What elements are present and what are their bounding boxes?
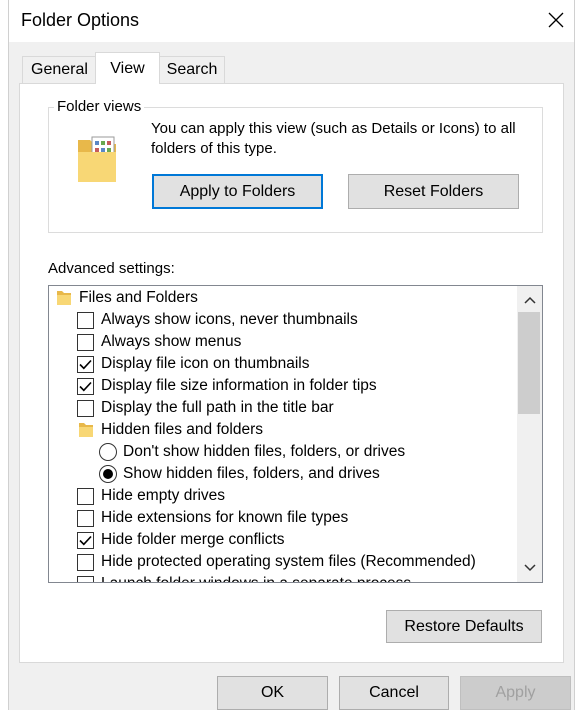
apply-button[interactable]: Apply: [460, 676, 571, 710]
chevron-down-icon: [523, 564, 536, 572]
checkbox-unchecked[interactable]: [77, 333, 94, 351]
apply-label: Apply: [495, 684, 536, 701]
radio-dot: [103, 469, 113, 479]
vertical-scrollbar[interactable]: [517, 286, 542, 582]
scroll-thumb[interactable]: [518, 312, 540, 414]
tree-item-label: Display file size information in folder …: [101, 377, 377, 394]
tree-radio-option[interactable]: Don't show hidden files, folders, or dri…: [99, 441, 405, 463]
tree-checkbox-option[interactable]: Always show menus: [77, 331, 241, 353]
folder-views-description: You can apply this view (such as Details…: [151, 120, 516, 157]
tree-item-label: Files and Folders: [79, 289, 198, 306]
checkbox-checked[interactable]: [77, 377, 94, 395]
tree-item-label: Display the full path in the title bar: [101, 399, 334, 416]
tree-item-label: Display file icon on thumbnails: [101, 355, 310, 372]
radio-selected[interactable]: [99, 465, 117, 483]
ok-button[interactable]: OK: [217, 676, 328, 710]
checkbox-unchecked[interactable]: [77, 399, 94, 417]
cancel-label: Cancel: [369, 684, 419, 701]
tree-item-label: Hide folder merge conflicts: [101, 531, 285, 548]
tree-checkbox-option[interactable]: Hide empty drives: [77, 485, 225, 507]
radio-unselected[interactable]: [99, 443, 117, 461]
tree-checkbox-option[interactable]: Always show icons, never thumbnails: [77, 309, 358, 331]
tree-checkbox-option[interactable]: Launch folder windows in a separate proc…: [77, 573, 411, 582]
checkbox-checked[interactable]: [77, 531, 94, 549]
tree-checkbox-option[interactable]: Display the full path in the title bar: [77, 397, 334, 419]
window-border-right: [574, 0, 575, 710]
tree-checkbox-option[interactable]: Hide folder merge conflicts: [77, 529, 285, 551]
tab-view[interactable]: View: [95, 52, 160, 84]
advanced-settings-tree[interactable]: Files and Folders Always show icons, neve…: [48, 285, 543, 583]
tab-general-label: General: [31, 61, 88, 78]
apply-to-folders-button[interactable]: Apply to Folders: [152, 174, 323, 209]
checkbox-unchecked[interactable]: [77, 575, 94, 582]
folder-icon: [57, 290, 71, 306]
checkbox-checked[interactable]: [77, 355, 94, 373]
chevron-up-icon: [523, 296, 536, 304]
tab-search[interactable]: Search: [159, 56, 225, 83]
tab-view-label: View: [110, 59, 145, 77]
checkbox-unchecked[interactable]: [77, 509, 94, 527]
cancel-button[interactable]: Cancel: [339, 676, 449, 710]
restore-defaults-button[interactable]: Restore Defaults: [386, 610, 542, 643]
tree-radio-option[interactable]: Show hidden files, folders, and drives: [99, 463, 380, 485]
tree-item-label: Always show icons, never thumbnails: [101, 311, 358, 328]
tree-checkbox-option[interactable]: Hide protected operating system files (R…: [77, 551, 476, 573]
close-icon: [548, 12, 564, 28]
reset-folders-label: Reset Folders: [383, 182, 484, 200]
tree-item-label: Hidden files and folders: [101, 421, 263, 438]
folder-views-title: Folder views: [54, 98, 145, 115]
tree-checkbox-option[interactable]: Display file icon on thumbnails: [77, 353, 310, 375]
checkbox-unchecked[interactable]: [77, 487, 94, 505]
tree-checkbox-option[interactable]: Hide extensions for known file types: [77, 507, 348, 529]
tree-item-label: Always show menus: [101, 333, 242, 350]
ok-label: OK: [260, 684, 285, 701]
restore-defaults-label: Restore Defaults: [404, 617, 524, 635]
folder-view-icon: [76, 134, 118, 188]
tree-item-label: Hide protected operating system files (R…: [101, 553, 476, 570]
folder-icon: [79, 422, 93, 438]
checkbox-unchecked[interactable]: [77, 311, 94, 329]
tree-item-label: Show hidden files, folders, and drives: [123, 465, 380, 482]
tree-category: Hidden files and folders: [79, 419, 263, 441]
tree-checkbox-option[interactable]: Display file size information in folder …: [77, 375, 377, 397]
close-button[interactable]: [540, 4, 572, 36]
tree-item-label: Hide extensions for known file types: [101, 509, 349, 526]
reset-folders-button[interactable]: Reset Folders: [348, 174, 519, 209]
tree-category: Files and Folders: [57, 287, 198, 309]
checkbox-unchecked[interactable]: [77, 553, 94, 571]
advanced-settings-label: Advanced settings:: [48, 260, 175, 277]
tree-item-label: Hide empty drives: [101, 487, 226, 504]
tree-item-label: Launch folder windows in a separate proc…: [101, 575, 411, 582]
tree-item-label: Don't show hidden files, folders, or dri…: [123, 443, 406, 460]
apply-to-folders-label: Apply to Folders: [179, 182, 296, 200]
scroll-down-button[interactable]: [517, 556, 542, 580]
tab-search-label: Search: [166, 61, 218, 78]
tab-general[interactable]: General: [22, 56, 97, 83]
scroll-up-button[interactable]: [517, 288, 542, 312]
window-title: Folder Options: [21, 10, 140, 30]
